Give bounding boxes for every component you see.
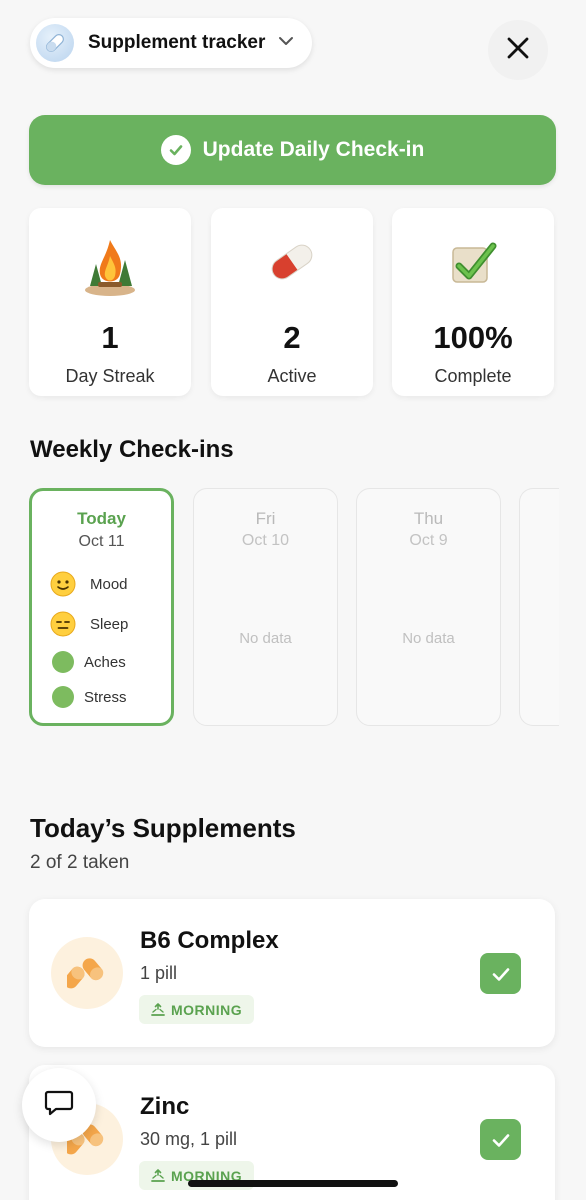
chat-bubble-icon [44, 1089, 74, 1122]
day-name: Today [77, 509, 126, 528]
taken-checkbox[interactable] [480, 953, 521, 994]
supplements-progress: 2 of 2 taken [30, 852, 130, 873]
supplement-dose: 1 pill [140, 963, 178, 983]
update-checkin-button[interactable]: Update Daily Check-in [29, 115, 556, 185]
smile-face-icon [50, 571, 76, 597]
day-date: Oct 11 [78, 533, 125, 550]
sunrise-icon [151, 1002, 165, 1016]
metric-stress: Stress [50, 684, 127, 710]
day-date: Oct 10 [241, 532, 290, 549]
stat-value: 2 [283, 320, 301, 355]
day-date: Oct 9 [409, 532, 448, 549]
chevron-down-icon [277, 34, 295, 52]
pill-icon [211, 234, 373, 298]
stat-label: Day Streak [65, 366, 155, 386]
stat-value: 1 [101, 320, 119, 355]
metric-label: Mood [90, 575, 128, 593]
day-card-today[interactable]: Today Oct 11 Mood Sleep Aches Stress [29, 488, 174, 726]
stat-label: Complete [434, 366, 512, 386]
day-name: Fri [255, 509, 276, 528]
taken-checkbox[interactable] [480, 1119, 521, 1160]
day-card-fri[interactable]: Fri Oct 10 No data [193, 488, 338, 726]
stat-day-streak: 1 Day Streak [29, 208, 191, 396]
weekly-checkins-title: Weekly Check-ins [30, 436, 234, 463]
check-circle-icon [160, 135, 191, 165]
stat-value: 100% [433, 320, 513, 355]
campfire-icon [29, 234, 191, 298]
supplement-dose: 30 mg, 1 pill [140, 1129, 238, 1149]
no-data-text: No data [239, 630, 292, 647]
metric-sleep: Sleep [50, 611, 128, 637]
green-dot-icon [50, 649, 76, 675]
time-tag: MORNING [139, 995, 255, 1024]
check-box-icon [392, 234, 554, 298]
supplements-title: Today’s Supplements [30, 813, 296, 843]
metric-label: Stress [84, 688, 127, 706]
day-card-thu[interactable]: Thu Oct 9 No data [356, 488, 501, 726]
stat-label: Active [267, 366, 317, 386]
supplement-name: Zinc [140, 1093, 190, 1120]
close-icon [506, 36, 530, 65]
check-icon [492, 1133, 509, 1147]
metric-aches: Aches [50, 649, 126, 675]
check-icon [492, 967, 509, 981]
supplement-card[interactable]: B6 Complex 1 pill MORNING [29, 899, 555, 1047]
green-dot-icon [50, 684, 76, 710]
metric-label: Sleep [90, 615, 129, 633]
chat-button[interactable] [22, 1068, 96, 1142]
no-data-text: No data [402, 630, 455, 647]
home-indicator [188, 1180, 398, 1187]
metric-mood: Mood [50, 571, 128, 597]
time-tag-label: MORNING [171, 1001, 243, 1018]
tracker-title: Supplement tracker [88, 32, 266, 53]
stat-active: 2 Active [211, 208, 373, 396]
neutral-face-icon [50, 611, 76, 637]
metric-label: Aches [84, 653, 126, 671]
day-card-partial[interactable] [519, 488, 559, 726]
stat-complete: 100% Complete [392, 208, 554, 396]
update-checkin-label: Update Daily Check-in [202, 138, 425, 161]
pill-capsule-icon [36, 24, 74, 62]
tracker-selector[interactable]: Supplement tracker [30, 18, 312, 68]
day-name: Thu [413, 509, 444, 528]
capsule-icon [51, 937, 123, 1009]
close-button[interactable] [488, 20, 548, 80]
supplement-name: B6 Complex [140, 927, 279, 954]
sunrise-icon [151, 1168, 165, 1182]
